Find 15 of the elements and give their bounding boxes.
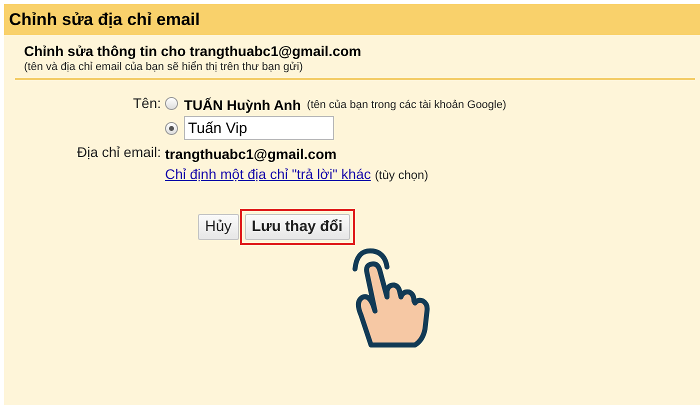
optional-note: (tùy chọn)	[374, 167, 428, 184]
save-button[interactable]: Lưu thay đổi	[244, 214, 350, 240]
reply-to-link[interactable]: Chỉ định một địa chỉ "trả lời" khác	[165, 165, 371, 183]
section-subtitle: (tên và địa chỉ email của bạn sẽ hiển thị trên thư bạn gửi)	[24, 60, 304, 74]
dialog-title: Chỉnh sửa địa chỉ email	[4, 4, 700, 35]
email-address: trangthuabc1@gmail.com	[165, 145, 338, 163]
account-name: TUẤN Huỳnh Anh	[184, 96, 301, 114]
radio-button[interactable]	[165, 96, 178, 110]
field-label: Tên:	[132, 94, 161, 112]
cancel-button[interactable]: Hủy	[198, 214, 239, 240]
name-input-field[interactable]: Tuấn Vip	[184, 116, 334, 140]
section-heading: Chỉnh sửa thông tin cho trangthuabc1@gmail.com	[24, 42, 362, 60]
account-name-note: (tên của bạn trong các tài khoản Google)	[306, 98, 506, 113]
field-label: Địa chỉ email:	[76, 143, 161, 161]
radio-button[interactable]	[165, 122, 178, 134]
